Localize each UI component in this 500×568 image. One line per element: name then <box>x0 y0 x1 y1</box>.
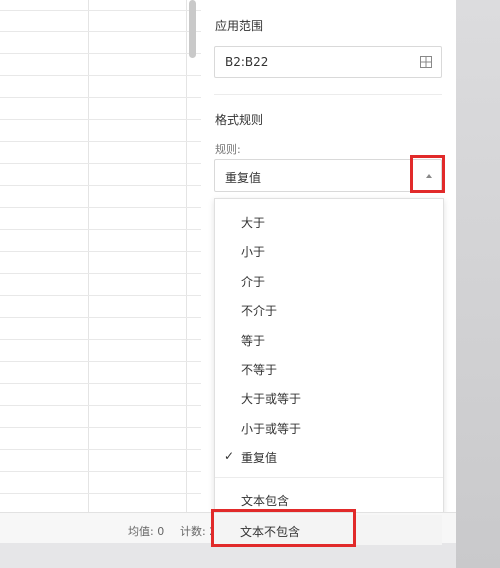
rule-section-title: 格式规则 <box>215 113 264 127</box>
dropdown-option[interactable]: 不等于 <box>241 361 277 378</box>
row-divider <box>0 10 201 11</box>
range-input[interactable]: B2:B22 <box>214 46 442 78</box>
dropdown-separator <box>215 477 443 478</box>
row-divider <box>0 339 201 340</box>
rule-select[interactable]: 重复值 <box>214 159 442 192</box>
dropdown-option[interactable]: 大于或等于 <box>241 390 301 407</box>
row-divider <box>0 141 201 142</box>
highlight-box <box>211 509 356 547</box>
range-section-title: 应用范围 <box>215 19 264 33</box>
dropdown-option-selected[interactable]: 重复值 <box>241 449 277 466</box>
row-divider <box>0 273 201 274</box>
row-divider <box>0 53 201 54</box>
column-divider <box>88 0 89 512</box>
row-divider <box>0 427 201 428</box>
window-edge <box>456 0 500 568</box>
section-divider <box>214 94 442 95</box>
dropdown-option[interactable]: 不介于 <box>241 302 277 319</box>
row-divider <box>0 207 201 208</box>
row-divider <box>0 405 201 406</box>
row-divider <box>0 493 201 494</box>
dropdown-option[interactable]: 小于或等于 <box>241 420 301 437</box>
vertical-scrollbar[interactable] <box>189 0 196 58</box>
range-value: B2:B22 <box>225 55 269 69</box>
rule-selected-value: 重复值 <box>225 171 262 185</box>
dropdown-option[interactable]: 等于 <box>241 332 265 349</box>
status-average: 均值: 0 <box>128 525 165 538</box>
row-divider <box>0 97 201 98</box>
row-divider <box>0 317 201 318</box>
rule-label: 规则: <box>215 143 241 156</box>
grid-select-icon[interactable] <box>420 56 432 68</box>
dropdown-option[interactable]: 文本包含 <box>241 492 289 509</box>
highlight-box <box>410 155 445 193</box>
row-divider <box>0 75 201 76</box>
row-divider <box>0 471 201 472</box>
row-divider <box>0 383 201 384</box>
dropdown-option[interactable]: 大于 <box>241 214 265 231</box>
row-divider <box>0 251 201 252</box>
column-divider <box>186 0 187 512</box>
dropdown-option[interactable]: 介于 <box>241 273 265 290</box>
rule-dropdown-menu: 大于 小于 介于 不介于 等于 不等于 大于或等于 小于或等于 ✓ 重复值 文本… <box>214 198 444 514</box>
row-divider <box>0 31 201 32</box>
row-divider <box>0 449 201 450</box>
row-divider <box>0 163 201 164</box>
row-divider <box>0 119 201 120</box>
row-divider <box>0 361 201 362</box>
checkmark-icon: ✓ <box>224 449 235 463</box>
row-divider <box>0 229 201 230</box>
row-divider <box>0 185 201 186</box>
row-divider <box>0 295 201 296</box>
dropdown-option[interactable]: 小于 <box>241 243 265 260</box>
spreadsheet-grid[interactable] <box>0 0 202 512</box>
